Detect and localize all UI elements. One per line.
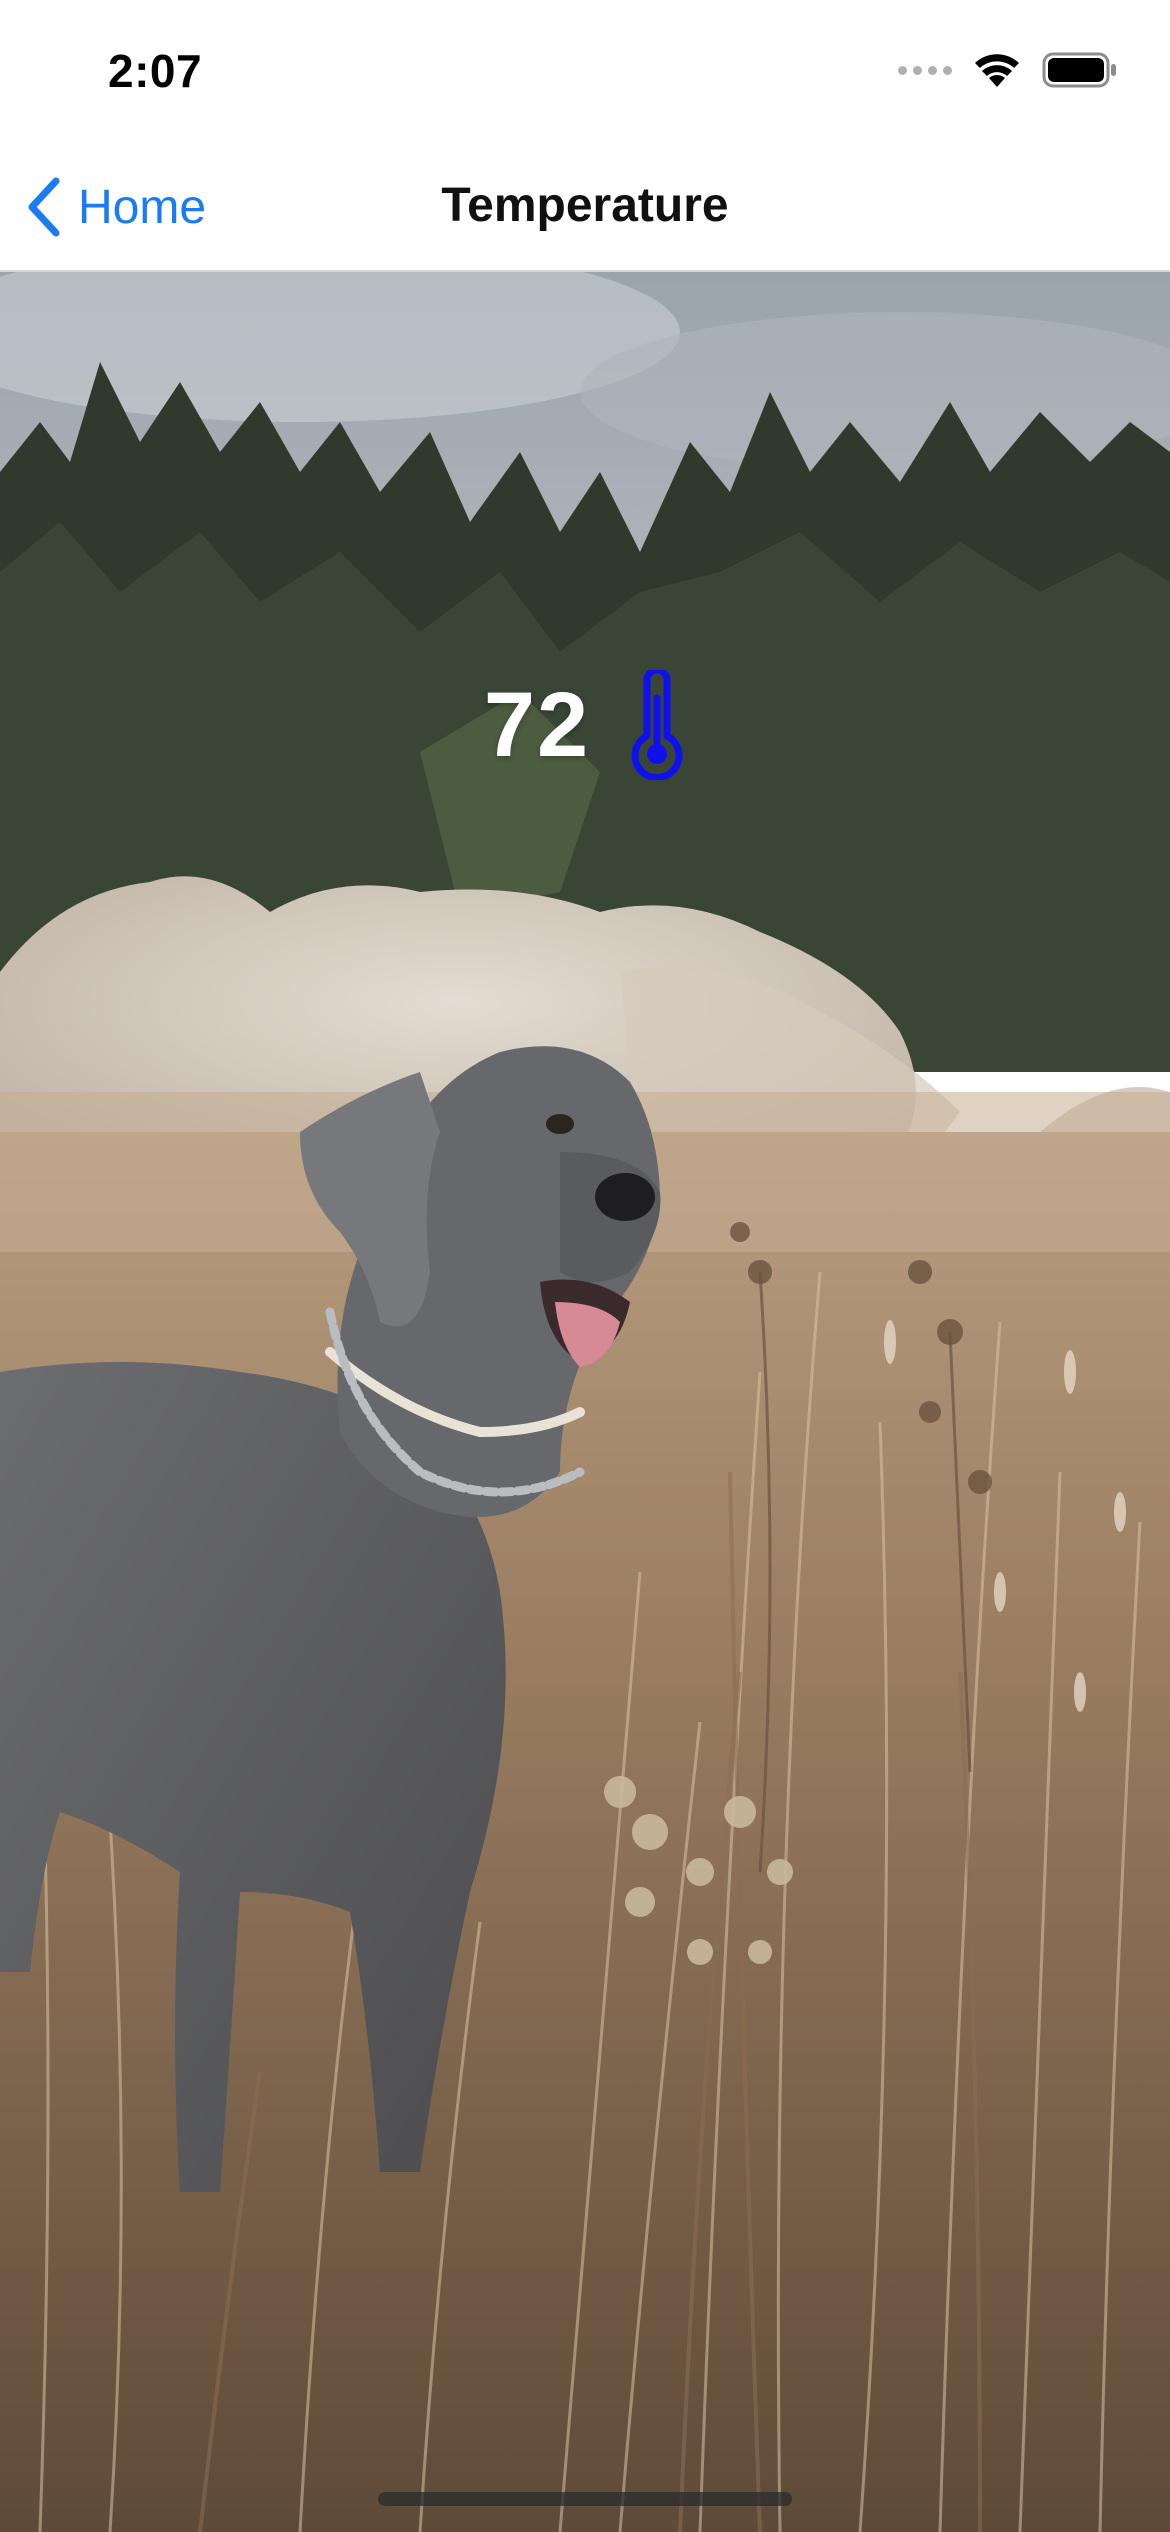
home-indicator[interactable] [378, 2492, 792, 2506]
page-title: Temperature [441, 179, 729, 232]
navigation-bar: Home Temperature [0, 140, 1170, 272]
status-time: 2:07 [108, 45, 203, 97]
status-indicators [898, 48, 1118, 92]
status-bar: 2:07 [0, 0, 1170, 140]
thermometer-icon [631, 670, 683, 780]
cellular-signal-dots-icon [898, 65, 952, 75]
battery-full-icon [1042, 52, 1116, 88]
wifi-icon [975, 54, 1019, 87]
temperature-value: 72 [483, 673, 591, 776]
temperature-screen: 2:07 Home Temperature 72 [0, 0, 1170, 2532]
dog-in-tall-grass-photo [0, 272, 1170, 2532]
temperature-readout: 72 [0, 670, 1170, 780]
